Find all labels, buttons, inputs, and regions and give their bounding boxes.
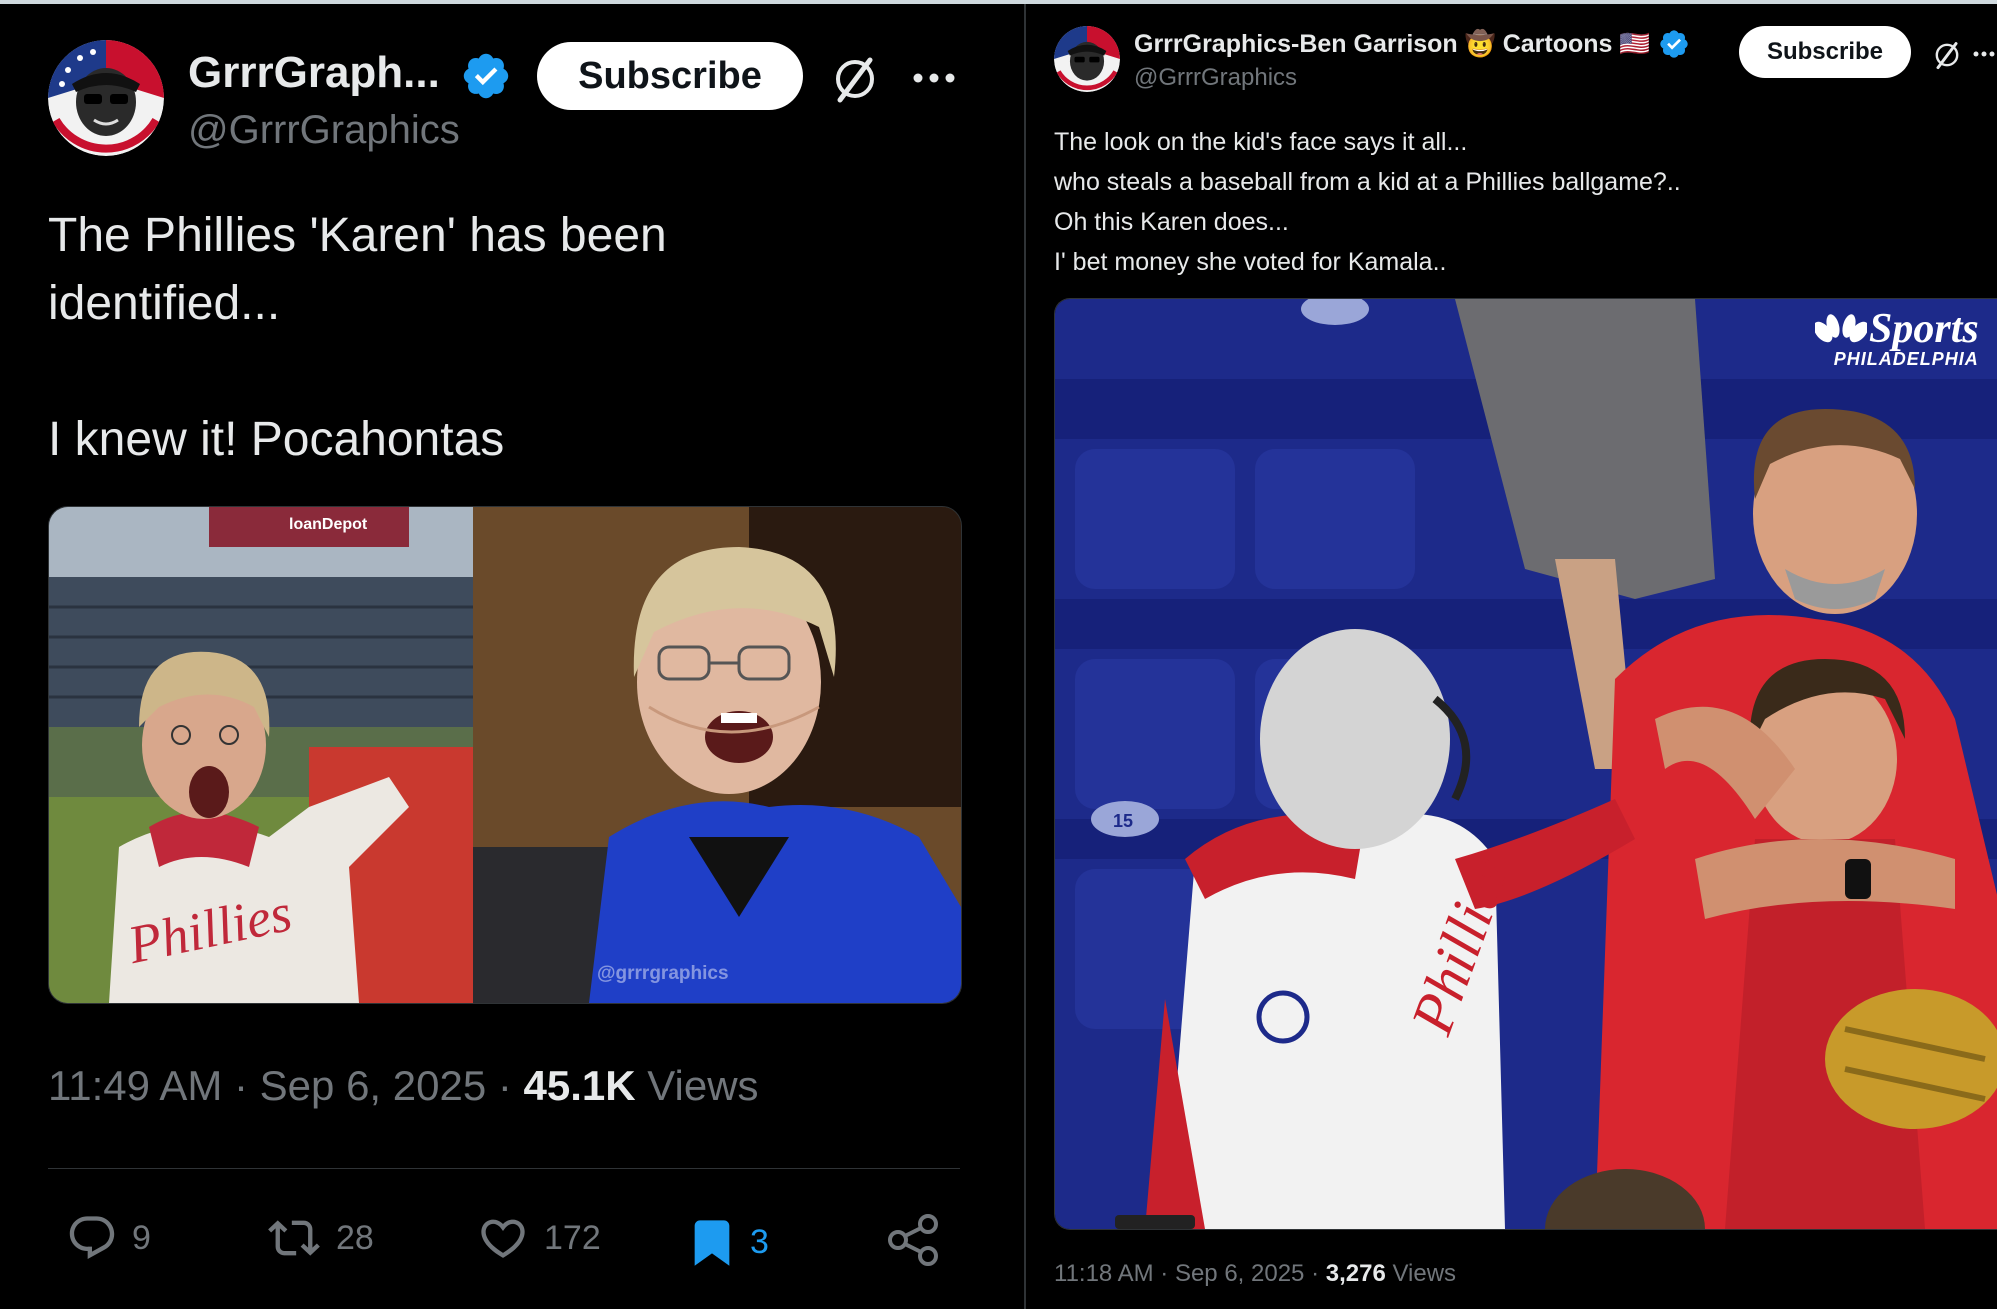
author-avatar[interactable] xyxy=(1054,26,1120,92)
post-video[interactable]: 15 Phillies Sports PHILADELPHIA xyxy=(1054,298,1997,1230)
post-text-line xyxy=(48,338,667,406)
author-avatar[interactable] xyxy=(48,40,164,156)
like-icon xyxy=(481,1219,525,1258)
stadium-sign-text: loanDepot xyxy=(289,516,368,533)
verified-badge-icon xyxy=(1660,30,1688,58)
repost-button[interactable]: 28 xyxy=(264,1212,374,1264)
bookmark-button[interactable]: 3 xyxy=(686,1212,769,1272)
nbc-logo-line2: PHILADELPHIA xyxy=(1833,349,1979,369)
post-text-line: who steals a baseball from a kid at a Ph… xyxy=(1054,168,1681,196)
post-time: 11:18 AM xyxy=(1054,1260,1154,1287)
views-count: 45.1K xyxy=(523,1062,636,1109)
repost-count: 28 xyxy=(336,1218,374,1257)
nbc-logo-line1: Sports xyxy=(1869,306,1979,352)
nbc-sports-logo: Sports PHILADELPHIA xyxy=(1815,305,1979,370)
meta-separator: · xyxy=(486,1062,524,1109)
post-text-line: I' bet money she voted for Kamala.. xyxy=(1054,248,1447,276)
subscribe-button[interactable]: Subscribe xyxy=(537,42,803,110)
right-post: GrrrGraphics-Ben Garrison 🤠 Cartoons 🇺🇸 … xyxy=(1026,4,1997,1309)
post-image[interactable]: loanDepot Phillies @grrrgraphics xyxy=(48,506,962,1004)
author-handle[interactable]: @GrrrGraphics xyxy=(188,108,460,153)
peacock-icon xyxy=(1815,314,1867,343)
like-button[interactable]: 172 xyxy=(474,1212,601,1264)
author-name[interactable]: GrrrGraph... xyxy=(188,48,440,98)
post-time: 11:49 AM xyxy=(48,1062,223,1109)
grok-icon[interactable] xyxy=(1932,40,1962,70)
more-icon[interactable] xyxy=(1972,48,1996,60)
share-icon xyxy=(888,1214,938,1266)
post-date: Sep 6, 2025 xyxy=(259,1062,487,1109)
meta-separator: · xyxy=(1153,1260,1175,1287)
post-timestamp[interactable]: 11:18 AM · Sep 6, 2025 · 3,276 Views xyxy=(1054,1260,1456,1288)
reply-icon xyxy=(69,1216,115,1260)
share-button[interactable] xyxy=(886,1212,942,1268)
bookmark-icon xyxy=(694,1220,730,1266)
views-label-text: Views xyxy=(647,1062,759,1109)
post-text-line: The Phillies 'Karen' has been xyxy=(48,209,667,262)
post-text: The Phillies 'Karen' has been identified… xyxy=(48,202,667,474)
bookmark-count: 3 xyxy=(750,1222,769,1261)
views-count: 3,276 xyxy=(1325,1260,1386,1287)
meta-separator: · xyxy=(222,1062,260,1109)
image-watermark: @grrrgraphics xyxy=(597,963,729,984)
post-text: The look on the kid's face says it all..… xyxy=(1054,122,1681,282)
more-icon[interactable] xyxy=(910,70,958,86)
verified-badge-icon xyxy=(463,53,509,99)
post-timestamp[interactable]: 11:49 AM · Sep 6, 2025 · 45.1K Views xyxy=(48,1062,759,1110)
reply-count: 9 xyxy=(132,1218,151,1257)
views-label-text: Views xyxy=(1392,1260,1457,1287)
author-handle[interactable]: @GrrrGraphics xyxy=(1134,64,1297,92)
post-text-line: I knew it! Pocahontas xyxy=(48,413,505,466)
subscribe-button[interactable]: Subscribe xyxy=(1739,26,1911,78)
post-text-line: identified... xyxy=(48,277,281,330)
author-name[interactable]: GrrrGraphics-Ben Garrison 🤠 Cartoons 🇺🇸 xyxy=(1134,30,1651,59)
post-text-line: The look on the kid's face says it all..… xyxy=(1054,128,1468,156)
actions-divider xyxy=(48,1168,960,1169)
post-text-line: Oh this Karen does... xyxy=(1054,208,1289,236)
seat-number: 15 xyxy=(1113,811,1133,831)
meta-separator: · xyxy=(1304,1260,1326,1287)
views-label xyxy=(636,1062,648,1109)
repost-icon xyxy=(268,1220,320,1256)
post-date: Sep 6, 2025 xyxy=(1174,1260,1305,1287)
left-post: GrrrGraph... @GrrrGraphics Subscribe The… xyxy=(0,4,1024,1309)
like-count: 172 xyxy=(544,1218,601,1257)
reply-button[interactable]: 9 xyxy=(64,1212,151,1264)
grok-icon[interactable] xyxy=(830,54,880,104)
